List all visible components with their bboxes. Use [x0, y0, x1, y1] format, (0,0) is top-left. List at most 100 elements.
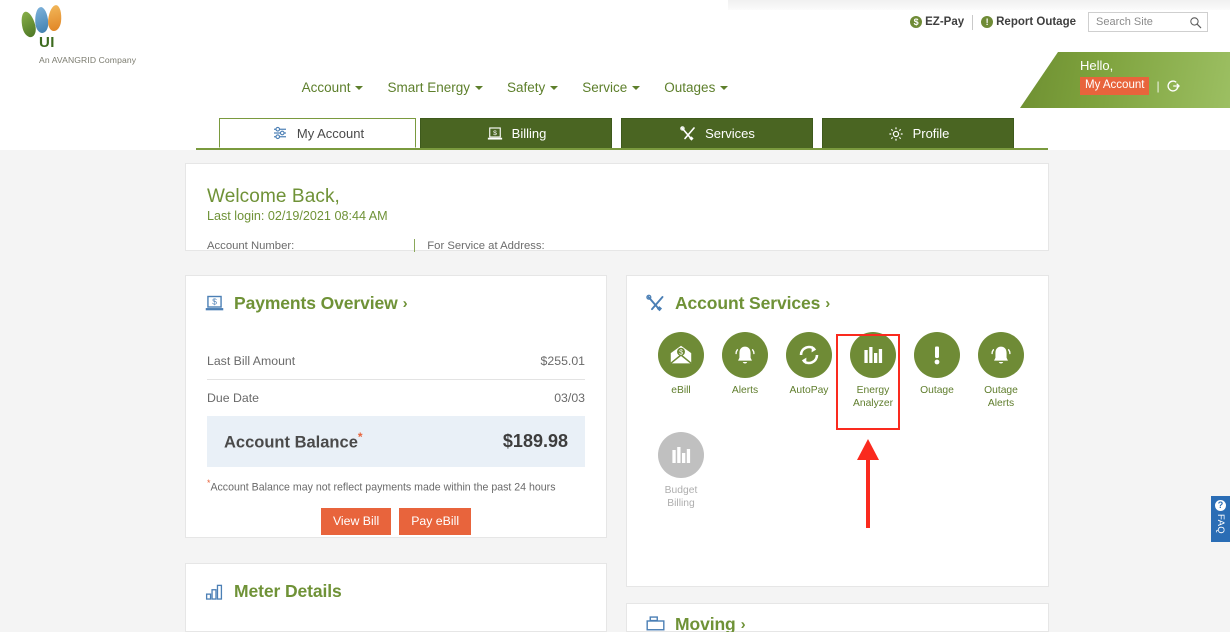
svg-text:$: $	[212, 297, 217, 307]
moving-header[interactable]: Moving ›	[627, 604, 1048, 632]
payments-buttons: View Bill Pay eBill	[186, 508, 606, 536]
question-circle-icon: ?	[1215, 500, 1226, 511]
logo-tagline: An AVANGRID Company	[39, 55, 137, 65]
service-item-outage[interactable]: Outage	[905, 332, 969, 410]
account-balance-label: Account Balance*	[224, 430, 363, 453]
greeting-text: Hello,	[1080, 58, 1114, 73]
sliders-icon	[273, 126, 286, 140]
tab-label: Services	[705, 126, 755, 141]
laptop-bill-icon: $	[205, 295, 224, 311]
nav-item-outages[interactable]: Outages	[664, 79, 729, 95]
service-label: Budget Billing	[664, 485, 698, 509]
meter-details-card: Meter Details	[185, 563, 607, 632]
tab-profile[interactable]: Profile	[822, 118, 1014, 148]
row-value: 03/03	[554, 391, 585, 405]
nav-item-account[interactable]: Account	[302, 80, 364, 95]
page-root: UI An AVANGRID Company $ EZ-Pay ! Report…	[0, 0, 1230, 632]
service-label: AutoPay	[789, 385, 829, 396]
bar-chart-icon	[658, 432, 704, 479]
top-grey-band	[728, 0, 1230, 10]
exclamation-circle-icon: !	[981, 16, 994, 28]
tools-icon	[646, 294, 664, 312]
welcome-card: Welcome Back, Last login: 02/19/2021 08:…	[185, 163, 1049, 252]
site-logo[interactable]: UI An AVANGRID Company	[18, 4, 219, 65]
tab-billing[interactable]: $ Billing	[420, 118, 612, 148]
balance-label-text: Account Balance	[224, 433, 358, 452]
nav-item-safety[interactable]: Safety	[506, 79, 559, 95]
ez-pay-link[interactable]: $ EZ-Pay	[910, 16, 964, 28]
balance-footnote: *Account Balance may not reflect payment…	[207, 478, 585, 494]
row-label: Last Bill Amount	[207, 354, 296, 368]
user-banner: Hello, My Account |	[1020, 52, 1230, 108]
chevron-down-icon	[720, 86, 729, 90]
utility-bar: $ EZ-Pay ! Report Outage	[910, 12, 1208, 32]
service-item-autopay[interactable]: AutoPay	[777, 332, 841, 410]
envelope-dollar-icon: $	[658, 332, 704, 378]
nav-item-smart-energy[interactable]: Smart Energy	[387, 80, 483, 95]
service-item-ebill[interactable]: $ eBill	[649, 332, 713, 410]
nav-label: Safety	[506, 79, 546, 95]
meter-details-title: Meter Details	[234, 581, 342, 601]
nav-item-service[interactable]: Service	[582, 79, 641, 95]
banner-divider: |	[1156, 79, 1160, 94]
user-banner-actions: My Account |	[1080, 77, 1181, 96]
left-column: $ Payments Overview › Last Bill Amount $…	[185, 275, 607, 538]
search-box[interactable]	[1088, 12, 1208, 32]
moving-title: Moving	[675, 614, 736, 632]
service-label: Alerts	[731, 385, 759, 396]
tab-my-account[interactable]: My Account	[219, 118, 416, 148]
service-item-outage-alerts[interactable]: Outage Alerts	[969, 332, 1033, 410]
chevron-right-icon: ›	[825, 295, 831, 312]
service-label: eBill	[671, 385, 691, 396]
service-item-alerts[interactable]: Alerts	[713, 332, 777, 410]
view-bill-button[interactable]: View Bill	[320, 508, 392, 536]
tools-icon	[680, 125, 695, 141]
account-balance-value: $189.98	[502, 430, 568, 451]
balance-asterisk: *	[357, 430, 363, 444]
nav-label: Service	[582, 79, 628, 95]
welcome-title: Welcome Back,	[207, 186, 340, 207]
payments-overview-title: Payments Overview	[234, 293, 398, 313]
nav-label: Smart Energy	[387, 79, 470, 95]
account-services-grid: $ eBill Alerts AutoPay Energy Analyzer O…	[649, 332, 1034, 510]
payments-row-last-bill: Last Bill Amount $255.01	[207, 343, 585, 380]
service-label: Outage Alerts	[984, 385, 1018, 409]
pay-ebill-button[interactable]: Pay eBill	[399, 508, 472, 536]
account-services-title: Account Services	[675, 293, 821, 313]
service-item-budget-billing: Budget Billing	[649, 432, 713, 510]
row-label: Due Date	[207, 391, 259, 405]
ez-pay-label: EZ-Pay	[925, 16, 965, 28]
chevron-down-icon	[474, 86, 483, 90]
dollar-circle-icon: $	[910, 16, 923, 28]
my-account-button[interactable]: My Account	[1080, 77, 1150, 96]
search-input[interactable]	[1094, 15, 1189, 29]
account-number-label: Account Number:	[207, 239, 295, 252]
faq-tab[interactable]: ? FAQ	[1211, 496, 1230, 542]
gear-icon	[888, 126, 903, 141]
magnifier-icon[interactable]	[1189, 16, 1202, 29]
tab-label: My Account	[296, 125, 365, 141]
box-icon	[646, 616, 665, 631]
report-outage-label: Report Outage	[996, 16, 1076, 28]
nav-label: Outages	[664, 79, 716, 95]
account-services-header[interactable]: Account Services ›	[627, 276, 1048, 314]
report-outage-link[interactable]: ! Report Outage	[981, 16, 1076, 28]
payments-overview-header[interactable]: $ Payments Overview ›	[186, 276, 606, 314]
bell-icon	[978, 332, 1024, 378]
tab-label: Billing	[511, 126, 547, 141]
service-item-energy-analyzer[interactable]: Energy Analyzer	[841, 332, 905, 410]
laptop-bill-icon: $	[487, 126, 502, 140]
service-label: Outage	[920, 385, 954, 396]
logout-icon[interactable]	[1167, 79, 1181, 93]
service-address-label: For Service at Address:	[427, 239, 545, 252]
account-balance-row: Account Balance* $189.98	[207, 416, 585, 467]
refresh-cycle-icon	[786, 332, 832, 378]
meter-details-header[interactable]: Meter Details	[186, 564, 606, 602]
bell-icon	[722, 332, 768, 378]
payments-row-due-date: Due Date 03/03	[207, 380, 585, 416]
payments-overview-card: $ Payments Overview › Last Bill Amount $…	[185, 275, 607, 538]
meta-divider	[414, 239, 416, 252]
tab-services[interactable]: Services	[621, 118, 813, 148]
faq-label: FAQ	[1215, 514, 1226, 534]
tab-bar: My Account $ Billing Services Profile	[0, 118, 1230, 150]
